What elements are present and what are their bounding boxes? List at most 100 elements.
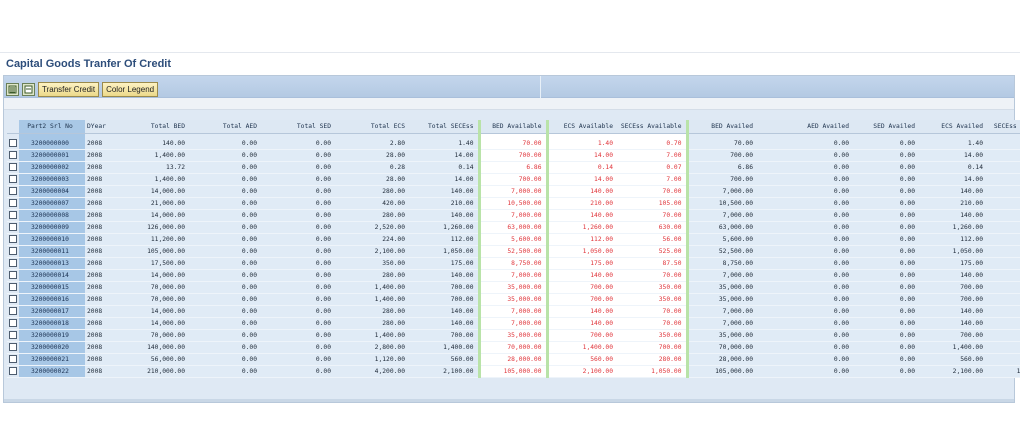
table-row[interactable]: 3200000001 2008 1,400.00 0.00 0.00 28.00 14.00… — [7, 149, 1020, 162]
column-header[interactable]: Total ECS — [335, 120, 409, 134]
table-row[interactable]: 3200000003 2008 1,400.00 0.00 0.00 28.00 14.00… — [7, 173, 1020, 186]
column-header[interactable]: SED Availed — [853, 120, 919, 134]
table-cell: 0.00 — [261, 161, 335, 174]
table-cell: 0.00 — [757, 341, 853, 354]
column-header[interactable]: ECS Availed — [919, 120, 987, 134]
table-cell: 700.00 — [409, 329, 479, 342]
row-checkbox[interactable] — [9, 259, 17, 267]
row-checkbox[interactable] — [9, 175, 17, 183]
table-cell: 0.14 — [919, 161, 987, 174]
row-checkbox[interactable] — [9, 343, 17, 351]
column-header[interactable]: SECEss Available — [617, 120, 689, 134]
table-cell: 3200000013 — [19, 257, 85, 270]
table-cell: 1,260.00 — [919, 221, 987, 234]
table-cell: 6.86 — [687, 161, 757, 174]
row-checkbox[interactable] — [9, 319, 17, 327]
table-cell: 0.00 — [189, 133, 261, 150]
column-header[interactable]: ECS Available — [545, 120, 617, 134]
row-checkbox-cell — [7, 161, 19, 174]
table-cell: 525.00 — [617, 245, 689, 258]
table-cell: 700.00 — [987, 341, 1020, 354]
table-cell: 7,000.00 — [687, 305, 757, 318]
table-cell: 70,000.00 — [120, 293, 189, 306]
column-header[interactable]: Total SED — [261, 120, 335, 134]
row-checkbox[interactable] — [9, 151, 17, 159]
table-cell: 2008 — [85, 233, 120, 246]
table-cell: 14,000.00 — [120, 269, 189, 282]
row-checkbox[interactable] — [9, 139, 17, 147]
row-checkbox[interactable] — [9, 307, 17, 315]
grid-bottom-edge — [4, 399, 1014, 402]
table-row[interactable]: 3200000009 2008 126,000.00 0.00 0.00 2,520.00… — [7, 221, 1020, 234]
table-cell: 14.00 — [545, 149, 617, 162]
column-header[interactable]: Total AED — [189, 120, 261, 134]
table-row[interactable]: 3200000002 2008 13.72 0.00 0.00 0.28 0.14 6.86 0… — [7, 161, 1020, 174]
table-row[interactable]: 3200000008 2008 14,000.00 0.00 0.00 280.00 140… — [7, 209, 1020, 222]
table-cell: 1,400.00 — [409, 341, 479, 354]
table-cell: 28.00 — [335, 149, 409, 162]
row-checkbox[interactable] — [9, 283, 17, 291]
row-checkbox[interactable] — [9, 211, 17, 219]
table-cell: 2008 — [85, 305, 120, 318]
row-checkbox[interactable] — [9, 187, 17, 195]
table-cell: 14,000.00 — [120, 185, 189, 198]
column-header[interactable]: BED Available — [477, 120, 547, 134]
table-row[interactable]: 3200000022 2008 210,000.00 0.00 0.00 4,200.00… — [7, 365, 1020, 378]
table-cell: 0.00 — [853, 245, 919, 258]
table-row[interactable]: 3200000000 2008 140.00 0.00 0.00 2.80 1.40 70.0… — [7, 133, 1020, 150]
table-cell: 0.00 — [261, 317, 335, 330]
table-cell: 70.00 — [987, 269, 1020, 282]
table-cell: 0.00 — [189, 317, 261, 330]
table-cell: 0.00 — [189, 329, 261, 342]
column-header[interactable]: BED Availed — [687, 120, 757, 134]
table-cell: 700.00 — [687, 173, 757, 186]
table-cell: 0.00 — [853, 353, 919, 366]
table-cell: 70.00 — [617, 305, 689, 318]
table-cell: 3200000001 — [19, 149, 85, 162]
row-checkbox[interactable] — [9, 367, 17, 375]
table-row[interactable]: 3200000007 2008 21,000.00 0.00 0.00 420.00 210… — [7, 197, 1020, 210]
table-cell: 0.28 — [335, 161, 409, 174]
transfer-credit-button[interactable]: Transfer Credit — [38, 82, 100, 97]
deselect-all-icon[interactable] — [22, 83, 35, 96]
column-header[interactable]: Total SECEss — [409, 120, 479, 134]
table-cell: 0.00 — [261, 185, 335, 198]
table-row[interactable]: 3200000015 2008 70,000.00 0.00 0.00 1,400.00 7… — [7, 281, 1020, 294]
row-checkbox[interactable] — [9, 235, 17, 243]
table-row[interactable]: 3200000011 2008 105,000.00 0.00 0.00 2,100.00… — [7, 245, 1020, 258]
table-row[interactable]: 3200000019 2008 70,000.00 0.00 0.00 1,400.00 7… — [7, 329, 1020, 342]
column-header[interactable]: SECEss Availed — [987, 120, 1020, 134]
table-row[interactable]: 3200000021 2008 56,000.00 0.00 0.00 1,120.00 5… — [7, 353, 1020, 366]
table-cell: 10,500.00 — [687, 197, 757, 210]
color-legend-button[interactable]: Color Legend — [102, 82, 159, 97]
table-row[interactable]: 3200000014 2008 14,000.00 0.00 0.00 280.00 140… — [7, 269, 1020, 282]
row-checkbox[interactable] — [9, 295, 17, 303]
column-header[interactable]: Total BED — [120, 120, 189, 134]
table-row[interactable]: 3200000017 2008 14,000.00 0.00 0.00 280.00 140… — [7, 305, 1020, 318]
table-row[interactable]: 3200000004 2008 14,000.00 0.00 0.00 280.00 140… — [7, 185, 1020, 198]
table-cell: 0.00 — [853, 329, 919, 342]
table-cell: 2008 — [85, 245, 120, 258]
row-checkbox[interactable] — [9, 199, 17, 207]
table-row[interactable]: 3200000020 2008 140,000.00 0.00 0.00 2,800.00… — [7, 341, 1020, 354]
row-checkbox[interactable] — [9, 271, 17, 279]
row-checkbox[interactable] — [9, 223, 17, 231]
table-row[interactable]: 3200000013 2008 17,500.00 0.00 0.00 350.00 175… — [7, 257, 1020, 270]
column-header[interactable]: AED Availed — [757, 120, 853, 134]
table-cell: 70.00 — [617, 209, 689, 222]
table-row[interactable]: 3200000010 2008 11,200.00 0.00 0.00 224.00 112… — [7, 233, 1020, 246]
table-row[interactable]: 3200000018 2008 14,000.00 0.00 0.00 280.00 140… — [7, 317, 1020, 330]
row-checkbox[interactable] — [9, 331, 17, 339]
table-row[interactable]: 3200000016 2008 70,000.00 0.00 0.00 1,400.00 7… — [7, 293, 1020, 306]
row-checkbox[interactable] — [9, 163, 17, 171]
column-header[interactable]: DYear — [85, 120, 120, 134]
table-cell: 630.00 — [617, 221, 689, 234]
select-all-icon[interactable] — [6, 83, 19, 96]
table-cell: 3200000004 — [19, 185, 85, 198]
row-checkbox[interactable] — [9, 355, 17, 363]
table-cell: 0.70 — [617, 133, 689, 150]
row-checkbox[interactable] — [9, 247, 17, 255]
column-header[interactable]: Part2 Srl No — [19, 120, 85, 134]
table-cell: 0.00 — [189, 149, 261, 162]
table-cell: 350.00 — [335, 257, 409, 270]
